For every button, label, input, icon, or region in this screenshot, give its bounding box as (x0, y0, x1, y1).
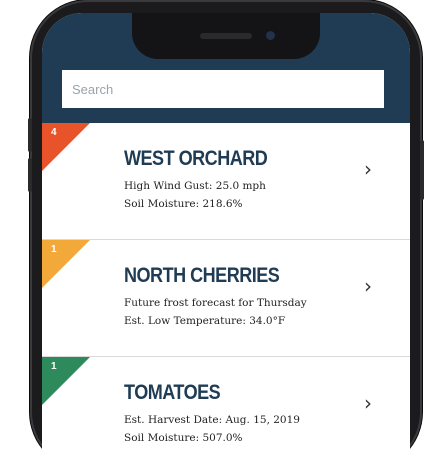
field-name: TOMATOES (124, 381, 221, 404)
speaker-grille (200, 33, 252, 39)
phone-power-button (420, 140, 424, 200)
field-detail-2: Est. Low Temperature: 34.0°F (124, 315, 286, 327)
field-card-tomatoes[interactable]: 1 TOMATOES Est. Harvest Date: Aug. 15, 2… (42, 357, 410, 473)
alert-count-badge (42, 357, 90, 405)
front-camera (266, 31, 275, 40)
field-name: WEST ORCHARD (124, 147, 268, 170)
alert-count-badge (42, 123, 90, 171)
field-detail-2: Soil Moisture: 507.0% (124, 432, 243, 444)
field-detail-1: Future frost forecast for Thursday (124, 297, 307, 309)
search-input[interactable] (62, 70, 384, 108)
chevron-right-icon[interactable]: › (364, 274, 372, 298)
app-screen: 4 WEST ORCHARD High Wind Gust: 25.0 mph … (42, 13, 410, 473)
phone-notch (132, 13, 320, 59)
field-card-west-orchard[interactable]: 4 WEST ORCHARD High Wind Gust: 25.0 mph … (42, 123, 410, 240)
alert-count: 1 (51, 244, 57, 255)
chevron-right-icon[interactable]: › (364, 391, 372, 415)
alert-count: 1 (51, 361, 57, 372)
alert-count-badge (42, 240, 90, 288)
field-detail-1: High Wind Gust: 25.0 mph (124, 180, 266, 192)
field-card-north-cherries[interactable]: 1 NORTH CHERRIES Future frost forecast f… (42, 240, 410, 357)
phone-side-button-left (28, 118, 32, 152)
alert-count: 4 (51, 127, 57, 138)
phone-side-button-left-lower (28, 158, 32, 192)
chevron-right-icon[interactable]: › (364, 157, 372, 181)
field-name: NORTH CHERRIES (124, 264, 280, 287)
field-detail-1: Est. Harvest Date: Aug. 15, 2019 (124, 414, 300, 426)
alert-list: 4 WEST ORCHARD High Wind Gust: 25.0 mph … (42, 123, 410, 473)
field-detail-2: Soil Moisture: 218.6% (124, 198, 243, 210)
